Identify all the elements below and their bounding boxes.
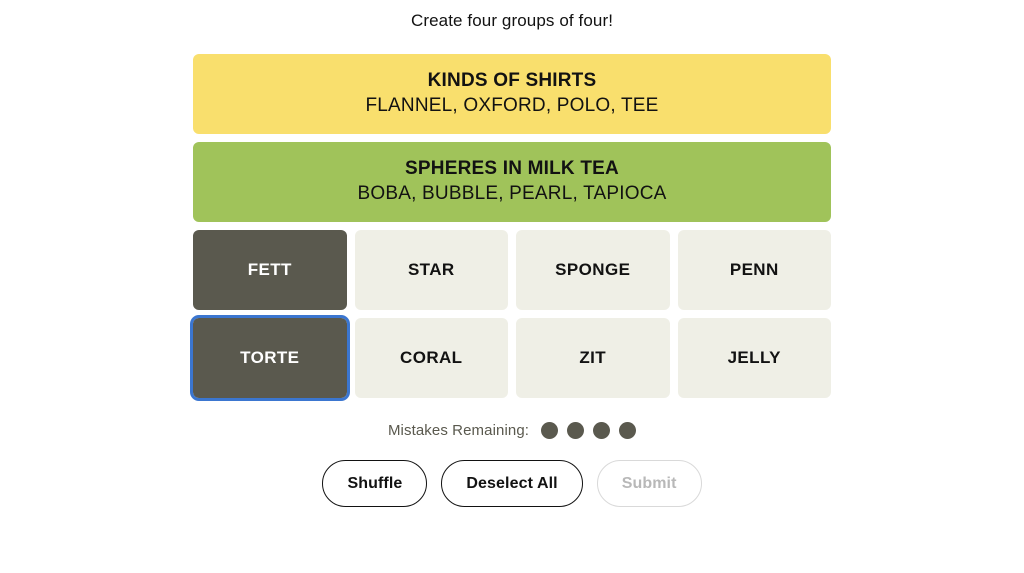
word-tile-sponge[interactable]: SPONGE (516, 230, 670, 310)
connections-game: Create four groups of four! KINDS OF SHI… (0, 0, 1024, 573)
word-tile-fett[interactable]: FETT (193, 230, 347, 310)
word-tile-jelly[interactable]: JELLY (677, 318, 831, 398)
solved-group-title: SPHERES IN MILK TEA (405, 158, 619, 179)
instruction-text: Create four groups of four! (410, 11, 614, 30)
word-tile-star[interactable]: STAR (354, 230, 508, 310)
deselect-all-button[interactable]: Deselect All (441, 460, 583, 507)
shuffle-button[interactable]: Shuffle (322, 460, 428, 507)
word-tile-coral[interactable]: CORAL (354, 318, 508, 398)
word-tile-penn[interactable]: PENN (677, 230, 831, 310)
solved-group-title: KINDS OF SHIRTS (427, 70, 597, 91)
mistake-dot (593, 421, 611, 439)
word-tile-zit[interactable]: ZIT (516, 318, 670, 398)
word-tile-torte[interactable]: TORTE (190, 315, 350, 401)
mistake-dot (567, 421, 585, 439)
mistake-dots (541, 421, 637, 439)
mistakes-label: Mistakes Remaining: (387, 421, 530, 439)
solved-group-card: SPHERES IN MILK TEA BOBA, BUBBLE, PEARL, … (193, 142, 831, 222)
mistake-dot (541, 421, 559, 439)
submit-button: Submit (596, 460, 702, 507)
game-board: KINDS OF SHIRTS FLANNEL, OXFORD, POLO, TE… (190, 54, 831, 401)
solved-group-words: FLANNEL, OXFORD, POLO, TEE (365, 95, 659, 116)
mistake-dot (619, 421, 637, 439)
tile-row: FETT STAR SPONGE PENN (193, 230, 831, 310)
solved-group-card: KINDS OF SHIRTS FLANNEL, OXFORD, POLO, TE… (193, 54, 831, 134)
tile-row: TORTE CORAL ZIT JELLY (190, 315, 831, 401)
control-buttons: Shuffle Deselect All Submit (322, 460, 702, 507)
solved-group-words: BOBA, BUBBLE, PEARL, TAPIOCA (357, 183, 667, 204)
mistakes-remaining: Mistakes Remaining: (387, 420, 637, 440)
